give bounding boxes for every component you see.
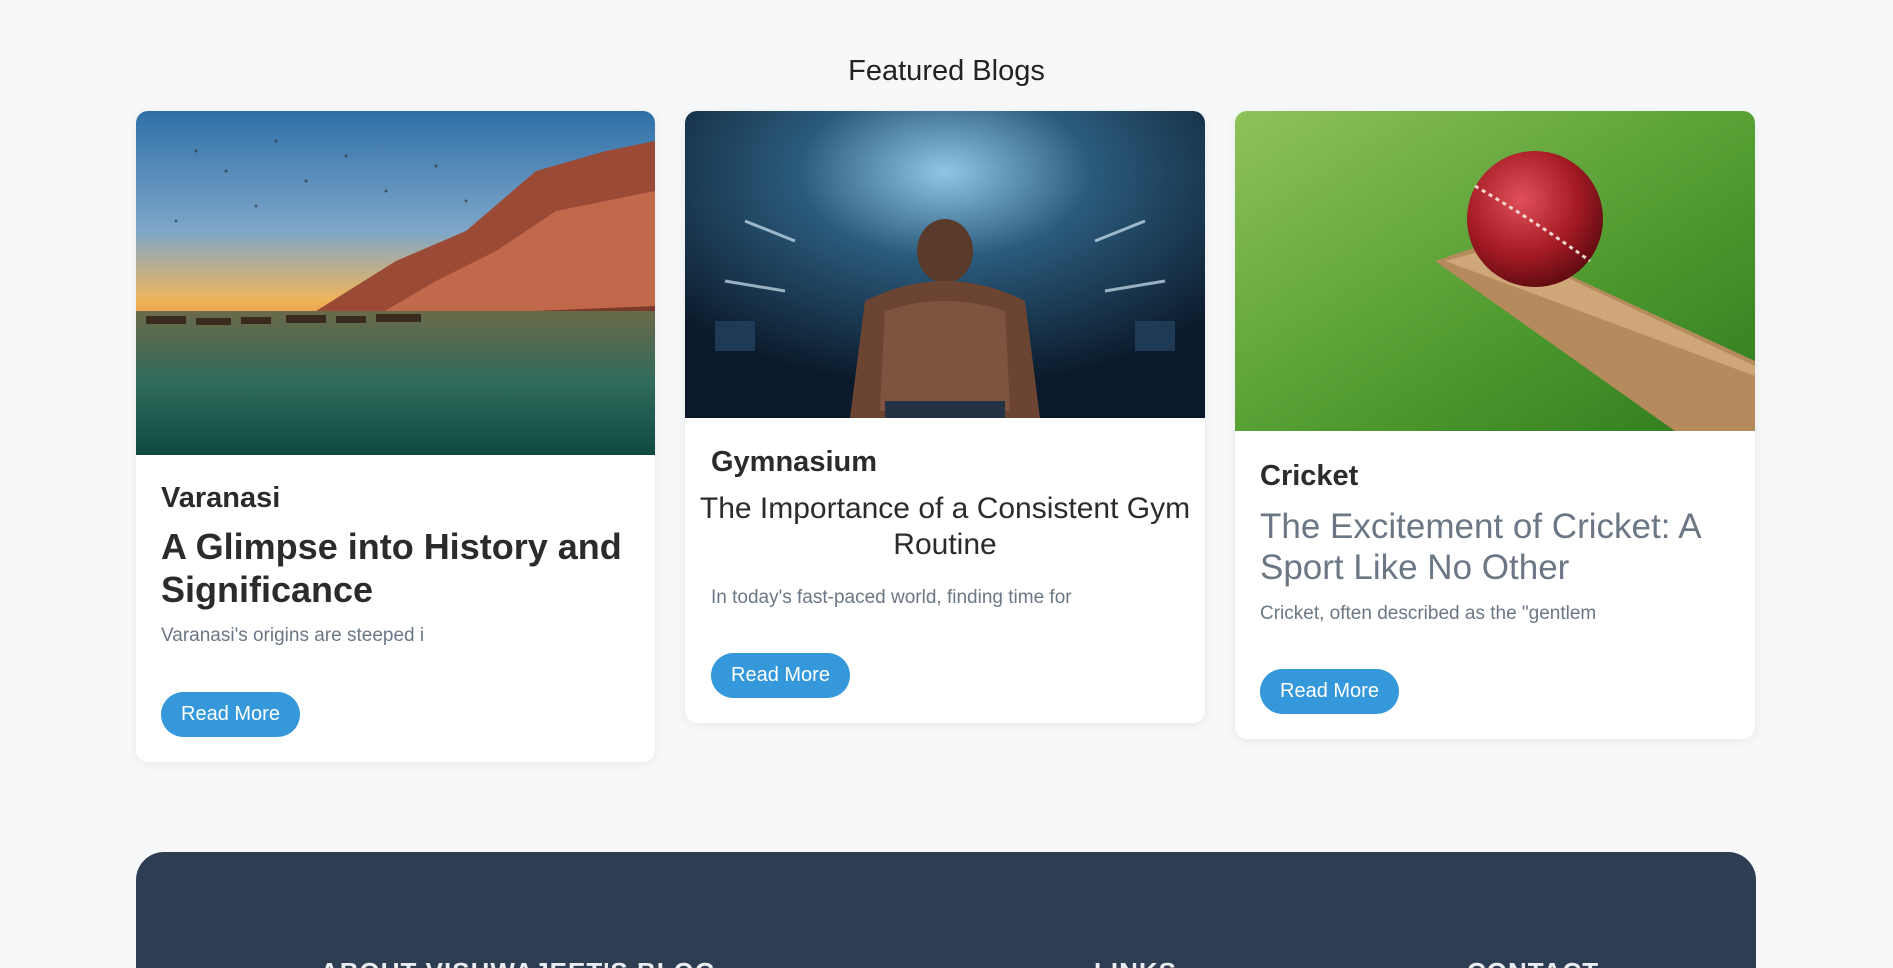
section-title: Featured Blogs	[848, 55, 1045, 87]
footer: ABOUT VISHWAJEET'S BLOG LINKS CONTACT	[136, 852, 1756, 968]
card-category: Varanasi	[161, 482, 281, 514]
card-category: Cricket	[1260, 460, 1359, 492]
card-excerpt: Cricket, often described as the "gentlem	[1260, 603, 1597, 624]
card-title: A Glimpse into History and Significance	[161, 526, 622, 610]
blog-card-varanasi: Varanasi A Glimpse into History and Sign…	[136, 111, 655, 762]
gym-image	[685, 111, 1205, 418]
page: Featured Blogs Varanasi A Glimpse into H…	[0, 0, 1893, 968]
blog-card-cricket: Cricket The Excitement of Cricket: A Spo…	[1235, 111, 1755, 739]
read-more-button[interactable]: Read More	[711, 653, 850, 698]
footer-contact-heading: CONTACT	[1467, 957, 1599, 968]
varanasi-image	[136, 111, 655, 455]
footer-links-heading: LINKS	[1094, 957, 1177, 968]
read-more-button[interactable]: Read More	[1260, 669, 1399, 714]
card-excerpt: In today's fast-paced world, finding tim…	[711, 587, 1072, 608]
read-more-button[interactable]: Read More	[161, 692, 300, 737]
card-category: Gymnasium	[711, 446, 877, 478]
blog-card-gymnasium: Gymnasium The Importance of a Consistent…	[685, 111, 1205, 723]
footer-about-heading: ABOUT VISHWAJEET'S BLOG	[320, 957, 716, 968]
cricket-image	[1235, 111, 1755, 431]
card-title: The Excitement of Cricket: A Sport Like …	[1260, 507, 1700, 587]
card-excerpt: Varanasi's origins are steeped i	[161, 625, 425, 646]
card-title: The Importance of a Consistent Gym Routi…	[699, 492, 1191, 561]
